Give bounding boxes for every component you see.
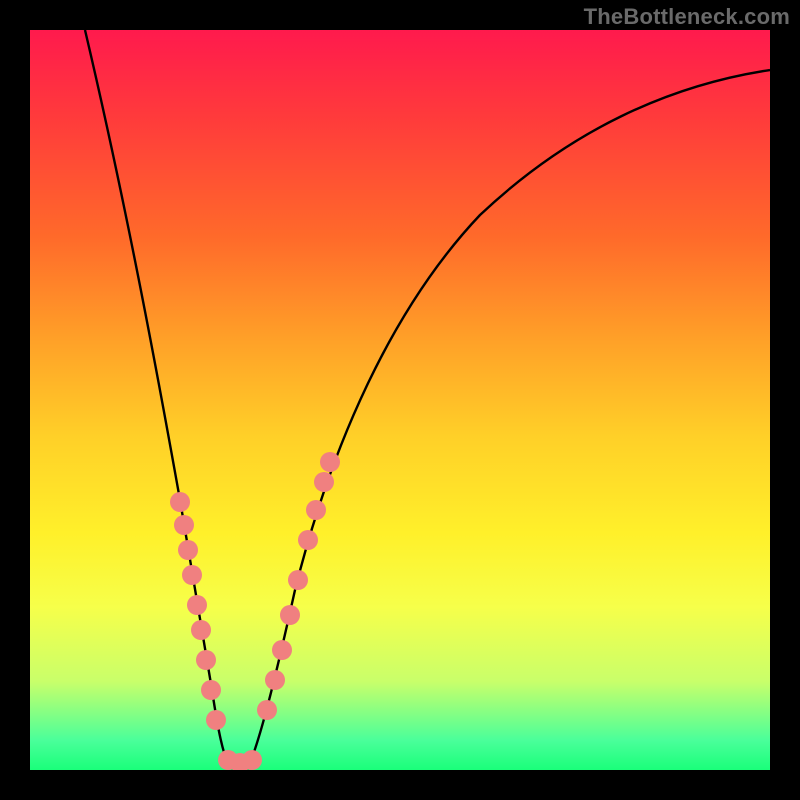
data-dot (170, 492, 190, 512)
data-dot (206, 710, 226, 730)
data-dot (196, 650, 216, 670)
data-dot (201, 680, 221, 700)
watermark-text: TheBottleneck.com (584, 4, 790, 30)
data-dot (187, 595, 207, 615)
plot-area (30, 30, 770, 770)
data-dot (298, 530, 318, 550)
data-dot (182, 565, 202, 585)
data-dot (272, 640, 292, 660)
data-dot (174, 515, 194, 535)
data-dot (320, 452, 340, 472)
data-dot (280, 605, 300, 625)
data-dot (288, 570, 308, 590)
bottleneck-curve-svg (30, 30, 770, 770)
data-dot (265, 670, 285, 690)
data-dot (314, 472, 334, 492)
data-dot (306, 500, 326, 520)
chart-canvas: TheBottleneck.com (0, 0, 800, 800)
bottleneck-curve (85, 30, 770, 768)
data-dot (191, 620, 211, 640)
data-dot (242, 750, 262, 770)
data-dot (257, 700, 277, 720)
data-dot (178, 540, 198, 560)
